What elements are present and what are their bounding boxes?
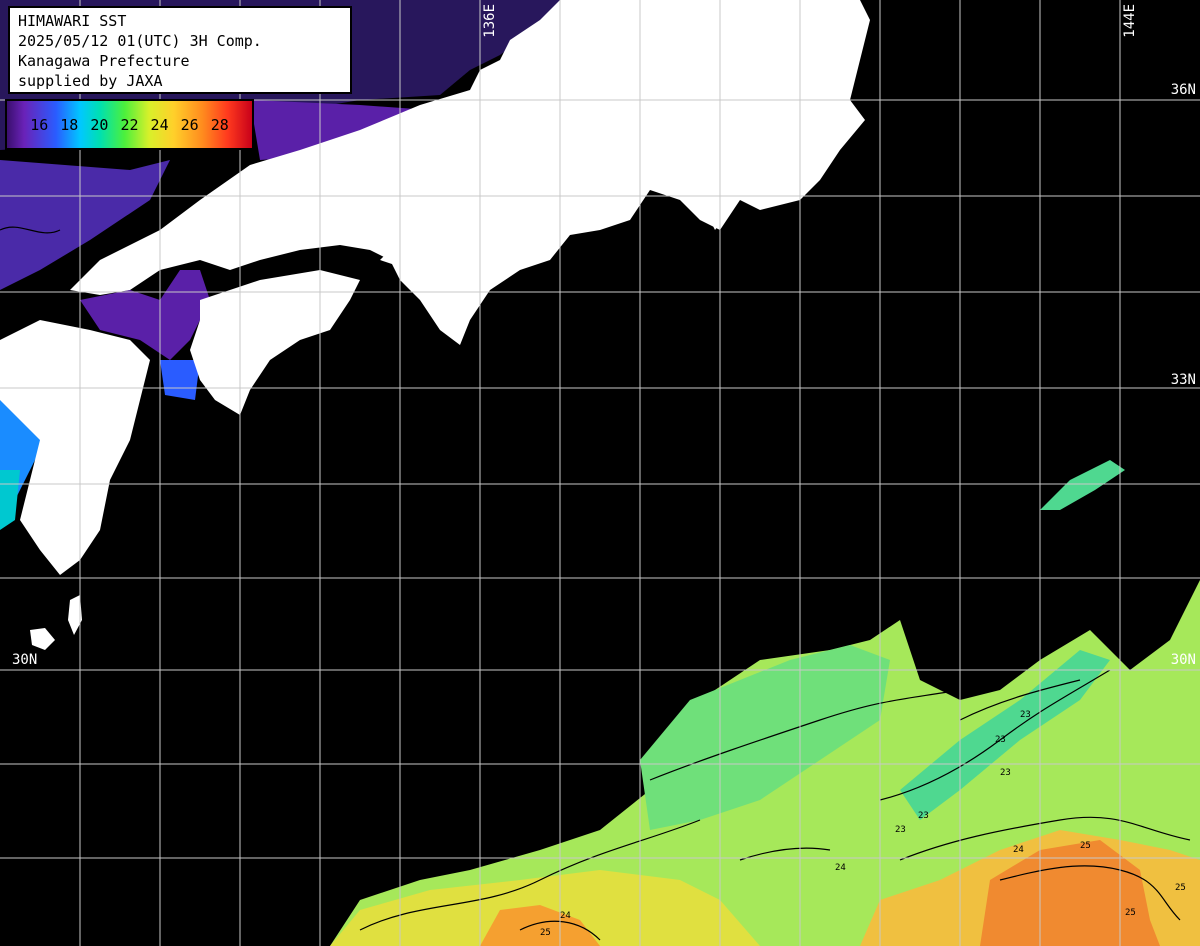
lat-label-30n-right: 30N bbox=[1170, 652, 1196, 668]
lon-label-136e: 136E bbox=[482, 4, 498, 38]
lat-label-33n: 33N bbox=[1170, 372, 1196, 388]
contour-label: 24 bbox=[835, 863, 846, 873]
lon-label-144e: 144E bbox=[1122, 4, 1138, 38]
contour-label: 23 bbox=[995, 735, 1006, 745]
title-info-box: HIMAWARI SST 2025/05/12 01(UTC) 3H Comp.… bbox=[8, 6, 352, 94]
legend-labels: 16 18 20 22 24 26 28 bbox=[30, 115, 229, 134]
contour-label: 23 bbox=[918, 811, 929, 821]
title-line: HIMAWARI SST bbox=[18, 12, 127, 30]
region-line: Kanagawa Prefecture bbox=[18, 52, 190, 70]
contour-label: 24 bbox=[560, 911, 571, 921]
contour-label: 25 bbox=[1080, 841, 1091, 851]
contour-label: 25 bbox=[1125, 908, 1136, 918]
contour-label: 25 bbox=[1175, 883, 1186, 893]
contour-label: 24 bbox=[1013, 845, 1024, 855]
timestamp-line: 2025/05/12 01(UTC) 3H Comp. bbox=[18, 32, 262, 50]
contour-label: 23 bbox=[895, 825, 906, 835]
contour-label: 23 bbox=[1020, 710, 1031, 720]
credit-line: supplied by JAXA bbox=[18, 72, 163, 90]
contour-label: 25 bbox=[540, 928, 551, 938]
sst-color-legend: 16 18 20 22 24 26 28 bbox=[5, 99, 254, 150]
lat-label-36n: 36N bbox=[1170, 82, 1196, 98]
lat-label-30n-left: 30N bbox=[12, 652, 38, 668]
contour-label: 23 bbox=[1000, 768, 1011, 778]
